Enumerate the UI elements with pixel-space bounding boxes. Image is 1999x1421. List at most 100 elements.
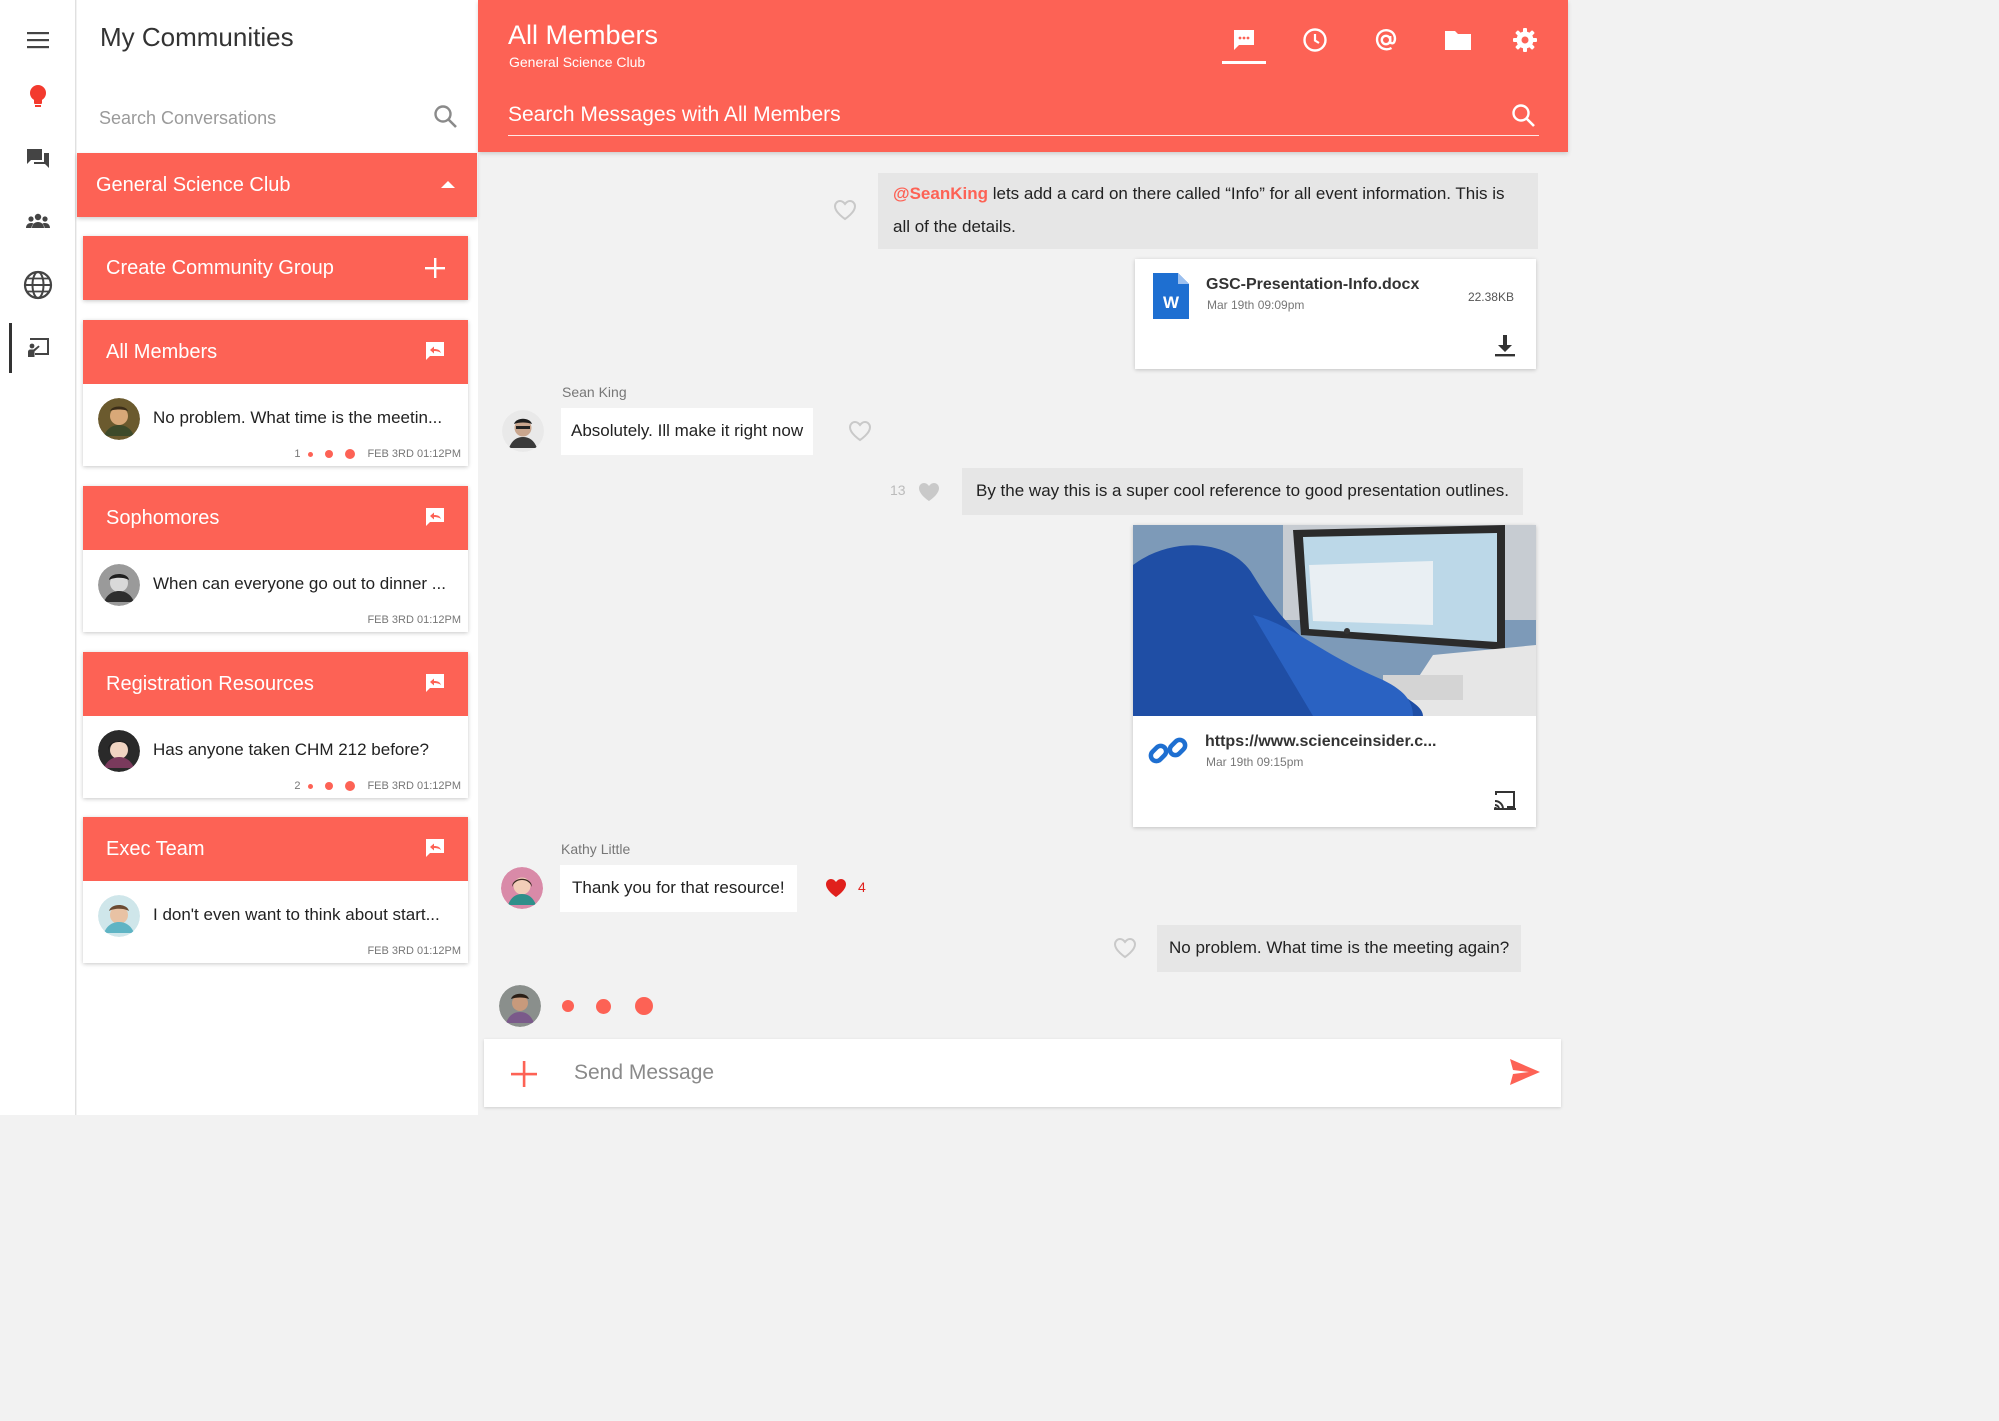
avatar: [98, 730, 140, 772]
group-meta: FEB 3RD 01:12PM: [367, 614, 461, 626]
message-text: Thank you for that resource!: [572, 878, 785, 897]
group-preview[interactable]: I don't even want to think about start..…: [83, 881, 468, 963]
tab-chat[interactable]: [1222, 22, 1266, 64]
group-preview[interactable]: No problem. What time is the meetin... 1…: [83, 384, 468, 466]
link-url[interactable]: https://www.scienceinsider.c...: [1205, 733, 1436, 751]
create-group-card: Create Community Group: [83, 236, 468, 300]
avatar: [501, 867, 543, 909]
word-badge: W: [1163, 293, 1180, 312]
rail-chats-button[interactable]: [0, 134, 76, 184]
caret-up-icon: [441, 181, 455, 188]
like-heart-icon[interactable]: [833, 199, 857, 221]
avatar: [98, 895, 140, 937]
sidebar-title: My Communities: [100, 22, 294, 52]
community-name: General Science Club: [96, 173, 291, 196]
create-group-button[interactable]: Create Community Group: [83, 236, 468, 300]
tab-settings[interactable]: [1503, 22, 1547, 58]
word-document-icon: W: [1153, 273, 1189, 319]
group-header[interactable]: All Members: [83, 320, 468, 384]
group-name: Sophomores: [106, 506, 220, 529]
conversation-header: All Members General Science Club: [478, 0, 1568, 152]
unread-count: 2: [294, 780, 301, 792]
menu-button[interactable]: [0, 15, 76, 65]
typing-dots-icon: [308, 449, 356, 459]
tab-files[interactable]: [1436, 22, 1480, 58]
group-name: Registration Resources: [106, 672, 314, 695]
search-icon[interactable]: [1511, 103, 1537, 129]
group-header[interactable]: Exec Team: [83, 817, 468, 881]
group-card-exec-team[interactable]: Exec Team I don't even want to think abo…: [83, 817, 468, 963]
timestamp: FEB 3RD 01:12PM: [367, 448, 461, 460]
like-heart-icon[interactable]: [917, 481, 941, 503]
send-icon[interactable]: [1509, 1058, 1541, 1086]
link-icon: [1148, 737, 1188, 764]
tab-mentions[interactable]: [1364, 22, 1408, 58]
group-header[interactable]: Registration Resources: [83, 652, 468, 716]
message-composer: [484, 1039, 1561, 1107]
reply-chat-icon[interactable]: [424, 340, 446, 362]
cast-icon[interactable]: [1493, 789, 1517, 811]
at-icon: [1375, 29, 1397, 51]
like-heart-icon[interactable]: [848, 420, 872, 442]
add-attachment-icon[interactable]: [511, 1061, 537, 1087]
like-heart-icon[interactable]: [1113, 937, 1137, 959]
timestamp: FEB 3RD 01:12PM: [367, 614, 461, 626]
reply-chat-icon[interactable]: [424, 506, 446, 528]
download-icon[interactable]: [1494, 334, 1516, 358]
like-count: 4: [858, 879, 866, 895]
group-header[interactable]: Sophomores: [83, 486, 468, 550]
typing-dots-icon: [308, 781, 356, 791]
reply-chat-icon[interactable]: [424, 837, 446, 859]
link-preview-card[interactable]: https://www.scienceinsider.c... Mar 19th…: [1133, 525, 1536, 827]
group-preview[interactable]: Has anyone taken CHM 212 before? 2 FEB 3…: [83, 716, 468, 798]
like-heart-icon[interactable]: [824, 877, 848, 899]
conversation-search: [99, 98, 459, 138]
chat-icon: [1234, 30, 1254, 50]
typing-indicator: [562, 997, 653, 1015]
plus-icon: [425, 258, 445, 278]
user-mention[interactable]: @SeanKing: [893, 184, 988, 203]
avatar: [98, 398, 140, 440]
group-card-all-members[interactable]: All Members No problem. What time is the…: [83, 320, 468, 466]
last-message-preview: When can everyone go out to dinner ...: [153, 574, 446, 593]
avatar: [499, 985, 541, 1027]
message-bubble[interactable]: @SeanKing lets add a card on there calle…: [878, 173, 1538, 249]
file-size: 22.38KB: [1467, 290, 1514, 304]
communities-sidebar: My Communities General Science Club Crea…: [77, 0, 478, 1115]
lightbulb-icon: [30, 85, 46, 107]
clock-icon: [1303, 28, 1327, 52]
message-input[interactable]: [574, 1053, 1474, 1093]
group-card-registration-resources[interactable]: Registration Resources Has anyone taken …: [83, 652, 468, 798]
group-preview[interactable]: When can everyone go out to dinner ... F…: [83, 550, 468, 632]
group-name: Exec Team: [106, 837, 205, 860]
create-group-label: Create Community Group: [106, 256, 334, 279]
group-card-sophomores[interactable]: Sophomores When can everyone go out to d…: [83, 486, 468, 632]
rail-people-button[interactable]: [0, 196, 76, 246]
message-text: Absolutely. Ill make it right now: [571, 421, 804, 440]
message-text: No problem. What time is the meeting aga…: [1169, 938, 1510, 957]
message-text: By the way this is a super cool referenc…: [976, 481, 1509, 500]
search-icon[interactable]: [433, 104, 459, 130]
group-meta: 1 FEB 3RD 01:12PM: [294, 448, 461, 460]
community-selector[interactable]: General Science Club: [77, 153, 477, 217]
rail-ideas-button[interactable]: [0, 72, 76, 122]
group-meta: 2 FEB 3RD 01:12PM: [294, 780, 461, 792]
message-bubble[interactable]: No problem. What time is the meeting aga…: [1157, 925, 1522, 972]
avatar: [502, 410, 544, 452]
app-rail: [0, 0, 76, 1115]
group-name: All Members: [106, 340, 218, 363]
folder-icon: [1445, 31, 1471, 50]
file-attachment-card[interactable]: W GSC-Presentation-Info.docx Mar 19th 09…: [1135, 259, 1536, 369]
message-bubble[interactable]: Thank you for that resource!: [560, 865, 797, 912]
tab-history[interactable]: [1293, 22, 1337, 58]
message-search-input[interactable]: [508, 96, 1539, 134]
reply-chat-icon[interactable]: [424, 672, 446, 694]
conversation-search-input[interactable]: [99, 98, 459, 138]
message-bubble[interactable]: Absolutely. Ill make it right now: [561, 408, 814, 455]
rail-communities-button[interactable]: [0, 323, 76, 373]
message-bubble[interactable]: By the way this is a super cool referenc…: [962, 468, 1523, 515]
rail-globe-button[interactable]: [0, 260, 76, 310]
message-search: [508, 96, 1539, 136]
last-message-preview: No problem. What time is the meetin...: [153, 408, 443, 427]
last-message-preview: I don't even want to think about start..…: [153, 905, 440, 924]
